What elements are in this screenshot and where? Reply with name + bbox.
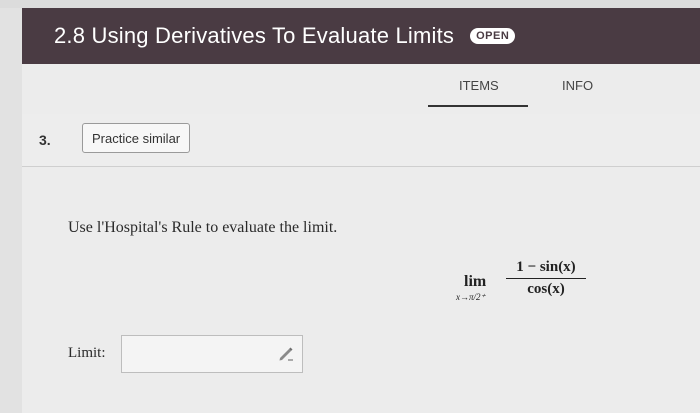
tabs-bar: ITEMS INFO [22, 64, 700, 114]
tab-info[interactable]: INFO [562, 78, 593, 93]
limit-expression: lim x→π/2⁺ 1 − sin(x) cos(x) [452, 259, 612, 319]
question-number: 3. [39, 132, 51, 148]
practice-similar-button[interactable]: Practice similar [82, 123, 191, 153]
lim-subscript: x→π/2⁺ [456, 292, 486, 302]
tab-items[interactable]: ITEMS [459, 78, 499, 93]
lim-operator: lim [464, 273, 487, 290]
assignment-title: 2.8 Using Derivatives To Evaluate Limits [54, 23, 455, 48]
pencil-icon[interactable] [276, 343, 296, 363]
top-strip [0, 0, 700, 8]
question-body: Use l'Hospital's Rule to evaluate the li… [22, 167, 700, 413]
question-toolbar: 3. Practice similar [22, 114, 700, 167]
question-prompt: Use l'Hospital's Rule to evaluate the li… [68, 219, 338, 236]
fraction-denominator: cos(x) [527, 281, 565, 297]
active-tab-indicator [428, 105, 528, 107]
open-badge: OPEN [470, 28, 516, 44]
left-rail [0, 8, 23, 413]
assignment-header: 2.8 Using Derivatives To Evaluate Limits… [22, 8, 700, 64]
limit-label: Limit: [68, 345, 106, 361]
fraction: 1 − sin(x) cos(x) [504, 259, 588, 298]
fraction-numerator: 1 − sin(x) [516, 259, 576, 275]
